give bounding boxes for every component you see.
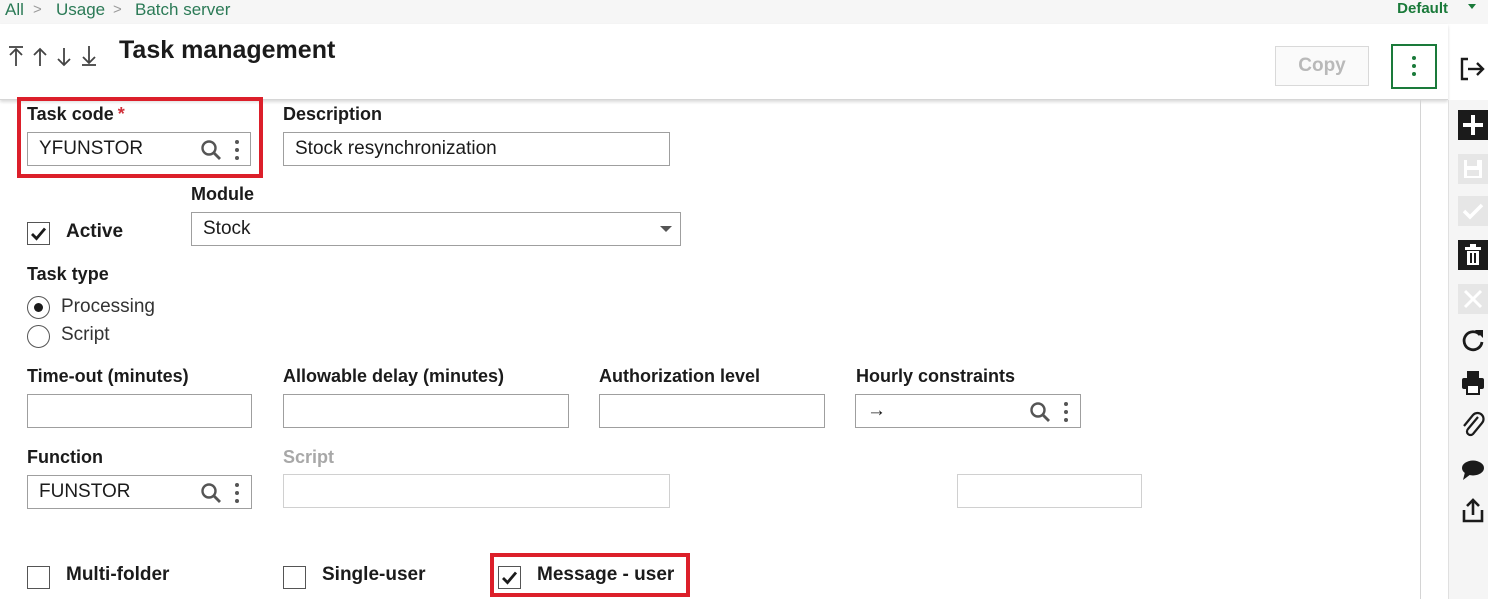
script-field xyxy=(283,474,670,508)
allowable-delay-field[interactable] xyxy=(283,394,569,428)
multi-folder-label: Multi-folder xyxy=(66,564,170,585)
save-icon[interactable] xyxy=(1458,154,1488,184)
function-label: Function xyxy=(27,447,103,467)
breadcrumb-item-all[interactable]: All xyxy=(5,0,24,20)
panel-divider xyxy=(1420,100,1421,599)
active-checkbox[interactable] xyxy=(27,222,50,245)
task-type-processing-radio[interactable] xyxy=(27,296,50,319)
description-field[interactable]: Stock resynchronization xyxy=(283,132,670,166)
timeout-label: Time-out (minutes) xyxy=(27,366,189,386)
hourly-constraints-field[interactable]: → xyxy=(855,394,1081,428)
attachment-icon[interactable] xyxy=(1458,410,1488,440)
task-type-script-label[interactable]: Script xyxy=(61,324,110,346)
arrow-last-icon[interactable] xyxy=(80,45,98,67)
search-icon[interactable] xyxy=(1029,401,1051,423)
action-toolbar xyxy=(1448,100,1488,599)
breadcrumb: All > Usage > Batch server Default xyxy=(0,0,1488,24)
page-title: Task management xyxy=(119,36,336,64)
delete-icon[interactable] xyxy=(1458,240,1488,270)
description-label: Description xyxy=(283,104,383,124)
arrow-right-icon: → xyxy=(867,400,886,421)
chevron-down-icon[interactable] xyxy=(1468,4,1476,9)
authorization-level-field[interactable] xyxy=(599,394,825,428)
kebab-icon xyxy=(1412,56,1416,60)
multi-folder-checkbox[interactable] xyxy=(27,566,50,589)
message-user-checkbox[interactable] xyxy=(498,566,521,589)
chevron-down-icon[interactable] xyxy=(660,226,672,232)
task-type-label: Task type xyxy=(27,264,109,284)
timeout-field[interactable] xyxy=(27,394,252,428)
arrow-up-icon[interactable] xyxy=(32,47,48,67)
task-type-processing-label[interactable]: Processing xyxy=(61,296,155,318)
copy-button[interactable]: Copy xyxy=(1275,46,1369,86)
authorization-level-label: Authorization level xyxy=(599,366,761,386)
cancel-icon[interactable] xyxy=(1458,284,1488,314)
task-code-value: YFUNSTOR xyxy=(39,138,144,159)
search-icon[interactable] xyxy=(200,139,222,161)
more-actions-button[interactable] xyxy=(1391,44,1437,89)
task-code-label: Task code * xyxy=(27,104,125,124)
breadcrumb-item-usage[interactable]: Usage xyxy=(56,0,105,20)
required-marker: * xyxy=(117,104,125,124)
kebab-icon[interactable] xyxy=(1064,402,1068,422)
allowable-delay-label: Allowable delay (minutes) xyxy=(283,366,505,386)
script-label: Script xyxy=(283,447,335,467)
validate-icon[interactable] xyxy=(1458,196,1488,226)
single-user-label: Single-user xyxy=(322,564,426,585)
extra-field xyxy=(957,474,1142,508)
folder-selector[interactable]: Default xyxy=(1397,0,1448,18)
arrow-first-icon[interactable] xyxy=(7,45,25,67)
arrow-down-icon[interactable] xyxy=(56,47,72,67)
comment-icon[interactable] xyxy=(1458,454,1488,484)
breadcrumb-separator: > xyxy=(33,1,42,18)
function-field[interactable]: FUNSTOR xyxy=(27,475,252,509)
module-select[interactable]: Stock xyxy=(191,212,681,246)
task-code-field[interactable]: YFUNSTOR xyxy=(27,132,251,166)
export-icon[interactable] xyxy=(1458,496,1488,526)
search-icon[interactable] xyxy=(200,482,222,504)
breadcrumb-separator: > xyxy=(113,1,122,18)
message-user-label: Message - user xyxy=(537,564,675,585)
breadcrumb-item-batch-server[interactable]: Batch server xyxy=(135,0,230,20)
print-icon[interactable] xyxy=(1458,368,1488,398)
refresh-icon[interactable] xyxy=(1458,326,1488,356)
active-label: Active xyxy=(66,221,124,242)
kebab-icon[interactable] xyxy=(235,483,239,503)
kebab-icon[interactable] xyxy=(235,140,239,160)
hourly-constraints-label: Hourly constraints xyxy=(856,366,1016,386)
module-label: Module xyxy=(191,184,254,204)
exit-icon[interactable] xyxy=(1460,56,1486,82)
task-type-script-radio[interactable] xyxy=(27,325,50,348)
function-value: FUNSTOR xyxy=(39,481,131,502)
single-user-checkbox[interactable] xyxy=(283,566,306,589)
add-icon[interactable] xyxy=(1458,110,1488,140)
